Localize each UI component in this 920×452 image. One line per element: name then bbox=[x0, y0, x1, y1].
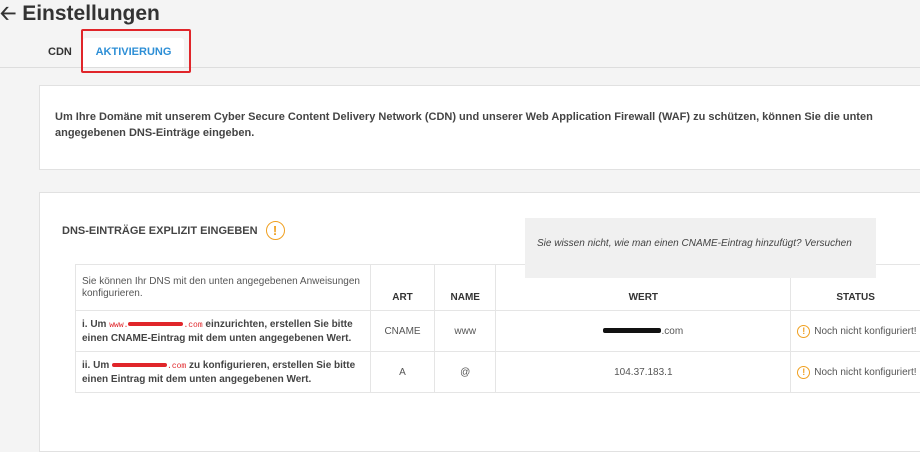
redaction-mark bbox=[112, 363, 167, 367]
page-title: Einstellungen bbox=[22, 2, 160, 26]
warning-icon: ! bbox=[266, 221, 285, 240]
domain-text: www. .com bbox=[109, 321, 202, 330]
tab-cdn[interactable]: CDN bbox=[48, 38, 72, 67]
domain-end: .com bbox=[183, 321, 202, 330]
domain-end: .com bbox=[167, 362, 186, 371]
dns-table: Sie können Ihr DNS mit den unten angegeb… bbox=[75, 264, 920, 393]
cell-art: A bbox=[370, 352, 434, 393]
page-header: 🡠 Einstellungen bbox=[0, 0, 920, 28]
header-name: NAME bbox=[435, 265, 496, 311]
row-instruction: i. Um www..com einzurichten, erstellen S… bbox=[76, 311, 371, 352]
highlight-box bbox=[81, 29, 191, 73]
table-row: i. Um www..com einzurichten, erstellen S… bbox=[76, 311, 920, 352]
header-art: ART bbox=[370, 265, 434, 311]
cell-wert: .com bbox=[496, 311, 791, 352]
cell-status: ! Noch nicht konfiguriert! bbox=[791, 352, 920, 393]
row-instruction: ii. Um .com zu konfigurieren, erstellen … bbox=[76, 352, 371, 393]
cell-status: ! Noch nicht konfiguriert! bbox=[791, 311, 920, 352]
cell-art: CNAME bbox=[370, 311, 434, 352]
warning-icon: ! bbox=[797, 325, 810, 338]
instruction-prefix: i. Um bbox=[82, 319, 109, 330]
redaction-mark bbox=[128, 322, 183, 326]
domain-start: www. bbox=[109, 321, 128, 330]
help-text: Sie wissen nicht, wie man einen CNAME-Ei… bbox=[537, 238, 852, 249]
cell-name: @ bbox=[435, 352, 496, 393]
redaction-mark bbox=[603, 328, 661, 333]
section-title: DNS-EINTRÄGE EXPLIZIT EINGEBEN ! bbox=[62, 221, 285, 240]
domain-text: .com bbox=[112, 362, 186, 371]
help-box: Sie wissen nicht, wie man einen CNAME-Ei… bbox=[525, 218, 876, 278]
arrow-left-icon[interactable]: 🡠 bbox=[0, 4, 16, 24]
intro-card: Um Ihre Domäne mit unserem Cyber Secure … bbox=[39, 85, 920, 170]
warning-icon: ! bbox=[797, 366, 810, 379]
status-text: Noch nicht konfiguriert! bbox=[814, 367, 916, 378]
intro-text: Um Ihre Domäne mit unserem Cyber Secure … bbox=[55, 109, 905, 141]
cell-wert: 104.37.183.1 bbox=[496, 352, 791, 393]
wert-suffix: .com bbox=[661, 326, 683, 337]
section-title-text: DNS-EINTRÄGE EXPLIZIT EINGEBEN bbox=[62, 225, 258, 237]
header-instructions: Sie können Ihr DNS mit den unten angegeb… bbox=[76, 265, 371, 311]
cell-name: www bbox=[435, 311, 496, 352]
status-text: Noch nicht konfiguriert! bbox=[814, 326, 916, 337]
instruction-prefix: ii. Um bbox=[82, 360, 112, 371]
table-row: ii. Um .com zu konfigurieren, erstellen … bbox=[76, 352, 920, 393]
